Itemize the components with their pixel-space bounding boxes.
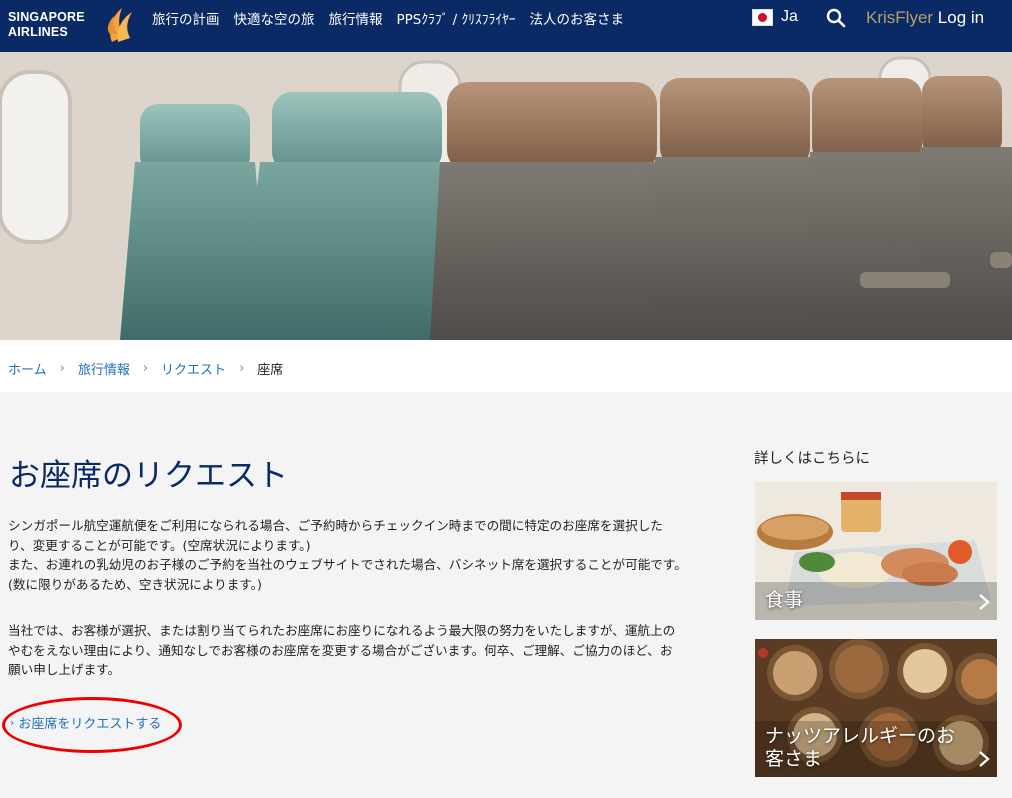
- breadcrumb-travel-info[interactable]: 旅行情報: [78, 359, 130, 378]
- logo-line-2: AIRLINES: [8, 25, 68, 39]
- breadcrumb-bar: ホーム › 旅行情報 › リクエスト › 座席: [0, 340, 1012, 392]
- notice-paragraph: 当社では、お客様が選択、または割り当てられたお座席にお座りになれるよう最大限の努…: [8, 621, 698, 680]
- card-meals-label: 食事: [765, 589, 804, 611]
- singapore-airlines-logo[interactable]: SINGAPORE AIRLINES: [6, 4, 136, 46]
- breadcrumb-separator: ›: [239, 361, 245, 376]
- breadcrumb-separator: ›: [59, 361, 65, 376]
- sidebar-title: 詳しくはこちらに: [754, 451, 870, 467]
- intro-line-2: り、変更することが可能です。(空席状況によります。): [8, 537, 311, 553]
- notice-line-3: 願い申し上げます。: [8, 662, 121, 677]
- intro-line-4: (数に限りがあるため、空き状況によります。): [8, 576, 262, 592]
- krisflyer-login[interactable]: KrisFlyer Log in: [866, 8, 984, 28]
- login-label: Log in: [937, 8, 985, 27]
- request-seat-link[interactable]: › お座席をリクエストする: [10, 713, 161, 732]
- request-seat-link-label: お座席をリクエストする: [18, 717, 162, 732]
- breadcrumb-home[interactable]: ホーム: [8, 359, 47, 378]
- nav-travel-info[interactable]: 旅行情報: [329, 8, 383, 28]
- intro-paragraph: シンガポール航空運航便をご利用になられる場合、ご予約時からチェックイン時までの間…: [8, 516, 698, 594]
- language-selector[interactable]: Ja: [752, 8, 798, 26]
- notice-line-2: やむをえない理由により、通知なしでお客様のお座席を変更する場合がございます。何卒…: [8, 642, 673, 658]
- cabin-seats-illustration: [0, 52, 1012, 340]
- nav-pps-krisflyer[interactable]: PPSｸﾗﾌﾞ / ｸﾘｽﾌﾗｲﾔｰ: [397, 8, 516, 28]
- breadcrumb-separator: ›: [142, 361, 149, 376]
- search-icon[interactable]: [826, 8, 846, 28]
- nav-plan-travel[interactable]: 旅行の計画: [152, 8, 220, 28]
- language-label: Ja: [781, 8, 798, 25]
- logo-line-1: SINGAPORE: [8, 10, 85, 24]
- nav-corporate[interactable]: 法人のお客さま: [529, 8, 624, 28]
- breadcrumb: ホーム › 旅行情報 › リクエスト › 座席: [8, 359, 283, 378]
- breadcrumb-request[interactable]: リクエスト: [161, 359, 226, 378]
- card-nut-allergy-label: ナッツアレルギーのお客さま: [765, 725, 956, 770]
- intro-line-1: シンガポール航空運航便をご利用になられる場合、ご予約時からチェックイン時までの間…: [8, 518, 663, 533]
- chevron-right-icon: [979, 594, 990, 610]
- nav-comfortable-flight[interactable]: 快適な空の旅: [234, 8, 315, 28]
- intro-line-3: また、お連れの乳幼児のお子様のご予約を当社のウェブサイトでされた場合、バシネット…: [8, 557, 687, 572]
- main-nav: 旅行の計画 快適な空の旅 旅行情報 PPSｸﾗﾌﾞ / ｸﾘｽﾌﾗｲﾔｰ 法人の…: [152, 8, 624, 28]
- notice-line-1: 当社では、お客様が選択、または割り当てられたお座席にお座りになれるよう最大限の努…: [8, 623, 676, 638]
- card-meals[interactable]: 食事: [755, 482, 997, 620]
- site-header: SINGAPORE AIRLINES 旅行の計画 快適な空の旅 旅行情報 PPS…: [0, 0, 1012, 52]
- chevron-right-icon: [979, 751, 990, 767]
- krisflyer-brand: KrisFlyer: [866, 8, 934, 27]
- page-title: お座席のリクエスト: [9, 458, 288, 494]
- card-nut-allergy[interactable]: ナッツアレルギーのお客さま: [755, 639, 997, 777]
- chevron-right-icon: ›: [10, 716, 15, 729]
- bird-logo-icon: [107, 8, 132, 42]
- japan-flag-icon: [752, 8, 773, 26]
- hero-cabin-seats-image: [0, 52, 1012, 340]
- breadcrumb-current: 座席: [257, 363, 284, 378]
